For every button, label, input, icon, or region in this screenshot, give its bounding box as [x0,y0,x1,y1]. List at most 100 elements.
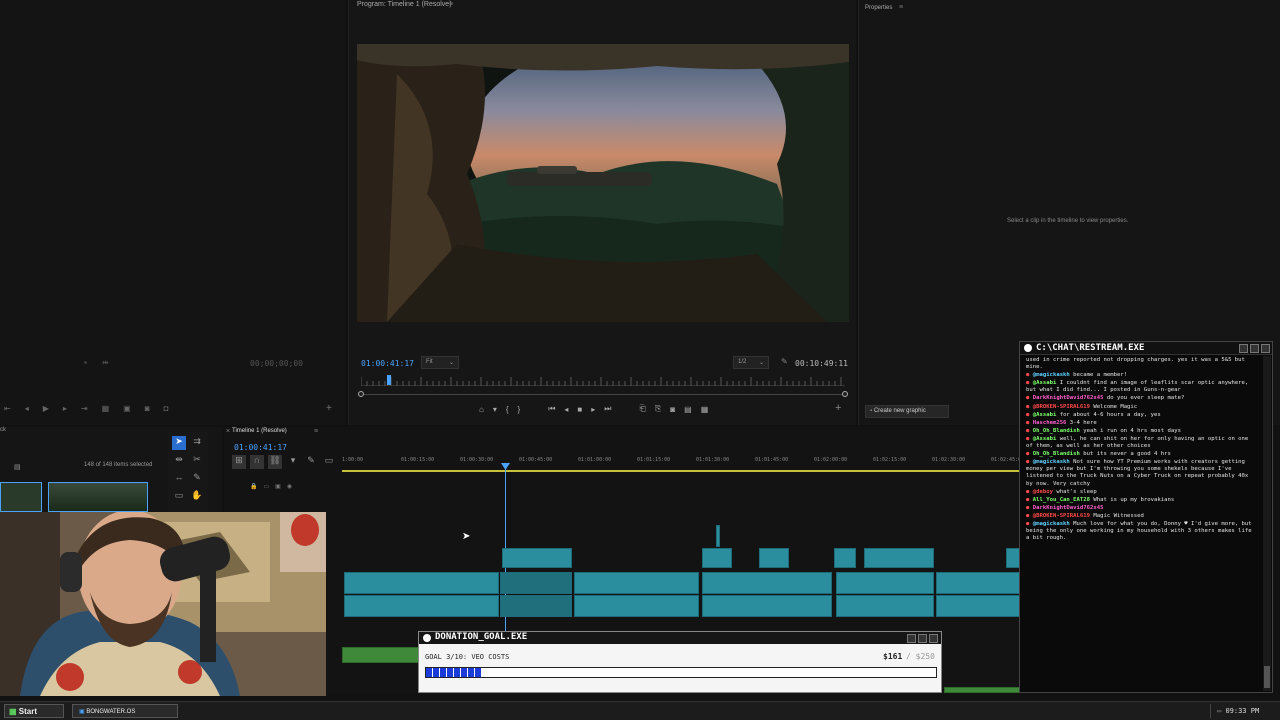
slip-icon[interactable]: ↔ [172,472,186,486]
lift-icon[interactable]: ⎗ [639,404,645,414]
close-icon[interactable]: × [226,428,230,435]
audio-clip[interactable] [702,595,832,617]
chat-titlebar[interactable]: C:\CHAT\RESTREAM.EXE [1020,342,1272,355]
settings-icon[interactable]: ◘ [164,404,169,413]
project-tab-label[interactable]: ck [0,427,6,433]
toggle-track-icon[interactable]: ▭ [263,483,269,490]
create-graphic-button[interactable]: ▪ Create new graphic [865,405,949,418]
nest-icon[interactable]: ⊞ [232,455,246,469]
add-marker-icon[interactable]: ▾ [286,455,300,469]
wrench-icon[interactable]: ✎ [781,357,788,366]
chat-username[interactable]: DarkKnightDavid762x45 [1033,395,1104,401]
play-icon[interactable]: ▶ [43,404,49,413]
resolution-select[interactable]: 1/2 ⌄ [733,356,769,369]
minimize-icon[interactable] [907,634,916,643]
timeline-clip[interactable] [574,572,699,594]
pen-icon[interactable]: ✎ [190,472,204,486]
timeline-clip[interactable] [936,572,1020,594]
scrub-in-handle[interactable] [358,391,364,397]
mark-out-icon[interactable]: { [506,405,509,414]
chat-username[interactable]: @BROKEN-SPIRAL619 [1033,404,1090,410]
step-forward-icon[interactable]: ▸ [591,405,595,414]
work-area-bar[interactable] [342,470,1020,472]
timeline-clip[interactable] [702,548,732,568]
close-icon[interactable] [929,634,938,643]
export-frame-icon[interactable]: ◙ [670,405,675,414]
chat-username[interactable]: @Assabi [1033,412,1057,418]
audio-clip[interactable] [836,595,934,617]
captions-icon[interactable]: ▭ [322,455,336,469]
eye-icon[interactable]: ◉ [287,483,292,490]
source-settings-icon[interactable]: ▪ [84,358,87,367]
chat-username[interactable]: @BROKEN-SPIRAL619 [1033,513,1090,519]
chat-username[interactable]: @magickaskh [1033,372,1070,378]
selection-tool-icon[interactable]: ➤ [172,436,186,450]
overwrite-icon[interactable]: ▣ [123,404,131,413]
music-clip[interactable] [342,647,422,663]
snap-icon[interactable]: ∩ [250,455,264,469]
hand-icon[interactable]: ✋ [190,490,204,504]
add-button-icon[interactable]: + [835,402,841,414]
ripple-edit-icon[interactable]: ⇹ [172,454,186,468]
mark-in-icon[interactable]: ▾ [493,405,497,414]
scrub-out-handle[interactable] [842,391,848,397]
sync-icon[interactable]: ▣ [275,483,281,490]
timeline-clip[interactable] [864,548,934,568]
timeline-timecode[interactable]: 01:00:41:17 [234,443,287,452]
minimize-icon[interactable] [1239,344,1248,353]
extract-icon[interactable]: ⎘ [655,404,661,414]
start-button[interactable]: ▦ Start [4,704,64,718]
timeline-clip[interactable] [834,548,856,568]
program-timecode[interactable]: 01:00:41:17 [361,359,414,368]
insert-icon[interactable]: ▦ [102,404,110,413]
chat-username[interactable]: @Assabi [1033,380,1057,386]
mark-in-icon[interactable]: ⇤ [4,404,11,413]
maximize-icon[interactable] [918,634,927,643]
bin-thumbnail[interactable] [48,482,148,512]
panel-menu-icon[interactable]: ≡ [899,4,903,11]
track-select-icon[interactable]: ⇉ [190,436,204,450]
linked-selection-icon[interactable]: ⛓ [268,455,282,469]
chat-username[interactable]: @Assabi [1033,436,1057,442]
tray-icon[interactable]: ▭ [1217,707,1221,715]
wrench-icon[interactable]: ✎ [304,455,318,469]
timeline-clip[interactable] [1006,548,1020,568]
timeline-clip[interactable] [759,548,789,568]
step-back-icon[interactable]: ◂ [564,405,568,414]
multicam-icon[interactable]: ▦ [701,405,709,414]
chat-username[interactable]: Oh_Oh_Blandish [1033,428,1080,434]
chat-scrollbar[interactable] [1263,356,1271,691]
chat-username[interactable]: Haschem256 [1033,420,1067,426]
timeline-clip[interactable] [702,572,832,594]
source-fit-icon[interactable]: ⇹ [102,358,109,367]
zoom-select[interactable]: Fit ⌄ [421,356,459,369]
close-icon[interactable] [1261,344,1270,353]
timeline-clip[interactable] [500,572,572,594]
program-video-frame[interactable] [357,44,849,322]
clear-icon[interactable]: } [518,405,521,414]
add-button-icon[interactable]: + [326,403,332,414]
timeline-clip[interactable] [344,572,499,594]
bin-thumbnail[interactable] [0,482,42,512]
mark-out-icon[interactable]: ⇥ [81,404,88,413]
compare-icon[interactable]: ▤ [684,405,692,414]
rectangle-icon[interactable]: ▭ [172,490,186,504]
timeline-clip[interactable] [836,572,934,594]
chat-username[interactable]: @magickaskh [1033,459,1070,465]
audio-clip[interactable] [936,595,1020,617]
camera-icon[interactable]: ◙ [145,404,150,413]
step-forward-icon[interactable]: ▸ [63,404,67,413]
lock-icon[interactable]: 🔒 [250,483,257,490]
chat-username[interactable]: @magickaskh [1033,521,1070,527]
taskbar-app-button[interactable]: ▣ BONGWATER.OS [72,704,178,718]
chat-scroll-thumb[interactable] [1264,666,1270,688]
go-to-in-icon[interactable]: ⏮ [548,404,555,414]
donation-titlebar[interactable]: DONATION_GOAL.EXE [419,632,941,644]
marker-icon[interactable]: ⌂ [479,405,484,414]
panel-menu-icon[interactable]: ≡ [449,1,453,8]
go-to-out-icon[interactable]: ⏭ [604,404,611,414]
razor-icon[interactable]: ✂ [190,454,204,468]
maximize-icon[interactable] [1250,344,1259,353]
panel-menu-icon[interactable]: ≡ [314,428,318,435]
music-clip[interactable] [944,687,1020,693]
